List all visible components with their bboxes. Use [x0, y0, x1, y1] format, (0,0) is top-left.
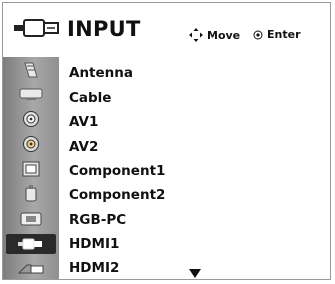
scroll-down-arrow-icon[interactable] — [189, 269, 201, 278]
input-item-hdmi2[interactable]: HDMI2 — [69, 258, 119, 278]
input-item-av1[interactable]: AV1 — [69, 112, 98, 132]
av2-connector-icon — [16, 134, 46, 154]
component2-connector-icon — [16, 184, 46, 204]
navigation-arrows-icon — [189, 28, 203, 42]
enter-hint-label: Enter — [267, 28, 301, 41]
input-item-hdmi1[interactable]: HDMI1 — [69, 234, 119, 254]
input-icon-sidebar — [3, 57, 59, 279]
input-item-cable[interactable]: Cable — [69, 88, 111, 108]
antenna-icon — [16, 60, 46, 80]
ok-button-icon — [253, 30, 263, 39]
menu-header: INPUT Move Enter — [3, 3, 330, 57]
move-hint: Move — [189, 28, 240, 42]
component1-connector-icon — [16, 159, 46, 179]
rgb-pc-connector-icon — [16, 209, 46, 229]
av1-connector-icon — [16, 109, 46, 129]
input-item-av2[interactable]: AV2 — [69, 137, 98, 157]
input-menu: INPUT Move Enter Antenna Cable AV1 AV2 C… — [2, 2, 331, 280]
input-item-antenna[interactable]: Antenna — [69, 63, 133, 83]
hdmi-plug-icon — [14, 19, 59, 37]
enter-hint: Enter — [253, 28, 301, 41]
input-item-component2[interactable]: Component2 — [69, 185, 165, 205]
input-item-component1[interactable]: Component1 — [69, 161, 165, 181]
input-item-rgb-pc[interactable]: RGB-PC — [69, 210, 126, 230]
hdmi1-connector-icon — [16, 234, 46, 254]
hdmi2-connector-icon — [16, 259, 46, 279]
page-title: INPUT — [67, 17, 141, 41]
move-hint-label: Move — [207, 28, 241, 42]
cable-icon — [16, 84, 46, 104]
